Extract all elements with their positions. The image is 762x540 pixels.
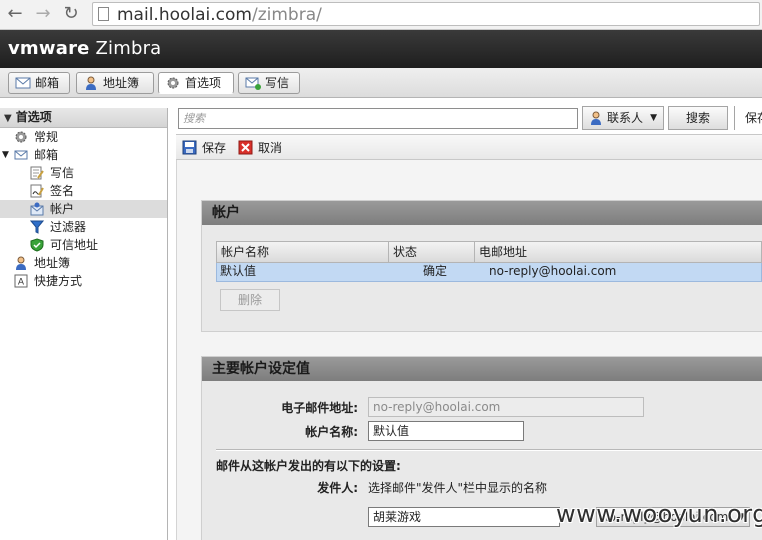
collapse-icon[interactable]: ▼ xyxy=(4,113,12,124)
sidebar-item-mail[interactable]: ▼ 邮箱 xyxy=(0,146,167,164)
from-label: 发件人: xyxy=(317,481,358,495)
action-toolbar: 保存 取消 xyxy=(176,134,762,160)
sidebar-item-label: 帐户 xyxy=(50,202,75,216)
tab-preferences[interactable]: 首选项 xyxy=(158,72,234,94)
filter-icon xyxy=(30,220,44,234)
sidebar-item-accounts[interactable]: 帐户 xyxy=(0,200,167,218)
save-button[interactable]: 保存 xyxy=(182,139,226,157)
tab-mail[interactable]: 邮箱 xyxy=(8,72,70,94)
account-status-cell: 确定 xyxy=(423,264,448,278)
mail-icon xyxy=(15,77,31,89)
sidebar-item-label: 可信地址 xyxy=(50,238,99,252)
cancel-label: 取消 xyxy=(258,141,283,155)
watermark: www.wooyun.org xyxy=(556,500,762,528)
sidebar-item-label: 地址簿 xyxy=(34,256,71,270)
signature-icon xyxy=(30,184,44,198)
tab-contacts[interactable]: 地址簿 xyxy=(76,72,154,94)
accounts-table: 帐户名称 状态 电邮地址 默认值 确定 no-reply@hoolai.com xyxy=(216,241,762,282)
search-input[interactable]: 搜索 xyxy=(178,108,578,129)
accounts-panel-title: 帐户 xyxy=(202,201,762,225)
collapse-icon[interactable]: ▼ xyxy=(2,146,9,164)
sidebar-item-label: 常规 xyxy=(34,130,59,144)
back-icon[interactable]: ← xyxy=(4,3,26,25)
search-scope-dropdown[interactable]: 联系人 ▼ xyxy=(582,106,664,130)
column-header-account-name[interactable]: 帐户名称 xyxy=(217,242,389,262)
accounts-panel: 帐户 帐户名称 状态 电邮地址 默认值 确定 no-reply@hoolai.c… xyxy=(201,200,762,332)
url-text: mail.hoolai.com/zimbra/ xyxy=(117,5,322,25)
sidebar-item-general[interactable]: 常规 xyxy=(0,128,167,146)
table-header: 帐户名称 状态 电邮地址 xyxy=(216,241,762,263)
sidebar-item-trusted[interactable]: 可信地址 xyxy=(0,236,167,254)
gear-icon xyxy=(15,131,27,143)
preferences-content: 帐户 帐户名称 状态 电邮地址 默认值 确定 no-reply@hoolai.c… xyxy=(176,160,762,540)
sidebar-item-filters[interactable]: 过滤器 xyxy=(0,218,167,236)
sidebar-item-addressbook[interactable]: 地址簿 xyxy=(0,254,167,272)
search-scope-label: 联系人 xyxy=(607,111,644,125)
sidebar-item-signature[interactable]: 签名 xyxy=(0,182,167,200)
url-path: /zimbra/ xyxy=(251,5,322,25)
sidebar-item-label: 签名 xyxy=(50,184,75,198)
account-email-cell: no-reply@hoolai.com xyxy=(489,264,617,278)
shortcut-icon: A xyxy=(14,274,28,288)
tab-preferences-label: 首选项 xyxy=(185,76,222,90)
account-name-field[interactable]: 默认值 xyxy=(368,421,524,441)
account-name-cell: 默认值 xyxy=(220,264,257,278)
logo-product: Zimbra xyxy=(89,38,162,59)
sidebar-item-compose[interactable]: 写信 xyxy=(0,164,167,182)
reload-icon[interactable]: ↻ xyxy=(60,3,82,25)
email-address-label: 电子邮件地址: xyxy=(281,401,358,415)
sidebar-header[interactable]: ▼ 首选项 xyxy=(0,108,167,128)
from-name-field[interactable]: 胡莱游戏 xyxy=(368,507,560,527)
sidebar-item-label: 邮箱 xyxy=(34,148,59,162)
app-tab-bar: 邮箱 地址簿 首选项 写信 xyxy=(0,68,762,98)
from-description: 选择邮件"发件人"栏中显示的名称 xyxy=(368,481,548,495)
sent-settings-heading: 邮件从这帐户发出的有以下的设置: xyxy=(216,459,401,473)
contact-icon xyxy=(86,76,96,90)
sidebar-item-shortcuts[interactable]: A 快捷方式 xyxy=(0,272,167,290)
tab-compose[interactable]: 写信 xyxy=(238,72,300,94)
contact-icon xyxy=(16,256,26,270)
close-icon xyxy=(238,140,253,155)
compose-icon xyxy=(245,77,261,90)
tab-contacts-label: 地址簿 xyxy=(103,76,140,90)
address-bar[interactable]: mail.hoolai.com/zimbra/ xyxy=(92,2,760,26)
save-icon xyxy=(182,140,197,155)
app-header: vmware Zimbra xyxy=(0,30,762,68)
tab-compose-label: 写信 xyxy=(265,76,290,90)
search-toolbar: 搜索 联系人 ▼ 搜索 保存 xyxy=(176,106,762,132)
sidebar-item-label: 写信 xyxy=(50,166,75,180)
column-header-status[interactable]: 状态 xyxy=(389,242,475,262)
browser-toolbar: ← → ↻ mail.hoolai.com/zimbra/ xyxy=(0,0,762,30)
sidebar-item-label: 过滤器 xyxy=(50,220,87,234)
table-row[interactable]: 默认值 确定 no-reply@hoolai.com xyxy=(216,263,762,282)
app-logo: vmware Zimbra xyxy=(8,38,161,59)
contact-icon xyxy=(591,111,601,125)
mail-icon xyxy=(14,150,28,160)
compose-icon xyxy=(30,166,44,180)
svg-text:A: A xyxy=(18,278,25,288)
forward-icon[interactable]: → xyxy=(32,3,54,25)
search-button[interactable]: 搜索 xyxy=(668,106,728,130)
save-search-button[interactable]: 保存 xyxy=(734,106,762,130)
account-icon xyxy=(30,202,44,216)
column-header-email[interactable]: 电邮地址 xyxy=(475,242,762,262)
sidebar-title: 首选项 xyxy=(15,110,52,124)
account-name-label: 帐户名称: xyxy=(305,425,358,439)
divider xyxy=(216,449,762,451)
shield-icon xyxy=(30,238,44,252)
logo-vmware: vmware xyxy=(8,38,90,59)
primary-panel-title: 主要帐户设定值 xyxy=(202,357,762,381)
save-label: 保存 xyxy=(202,141,227,155)
delete-button[interactable]: 删除 xyxy=(220,289,280,311)
cancel-button[interactable]: 取消 xyxy=(238,139,282,157)
sidebar-item-label: 快捷方式 xyxy=(34,274,83,288)
gear-icon xyxy=(167,77,179,89)
url-host: mail.hoolai.com xyxy=(117,5,252,25)
page-icon xyxy=(98,7,109,21)
sidebar: ▼ 首选项 常规 ▼ 邮箱 写信 签名 帐户 过滤器 可信地址 地址簿 A 快捷方… xyxy=(0,108,168,540)
tab-mail-label: 邮箱 xyxy=(35,76,60,90)
chevron-down-icon: ▼ xyxy=(650,113,657,123)
email-address-field: no-reply@hoolai.com xyxy=(368,397,644,417)
